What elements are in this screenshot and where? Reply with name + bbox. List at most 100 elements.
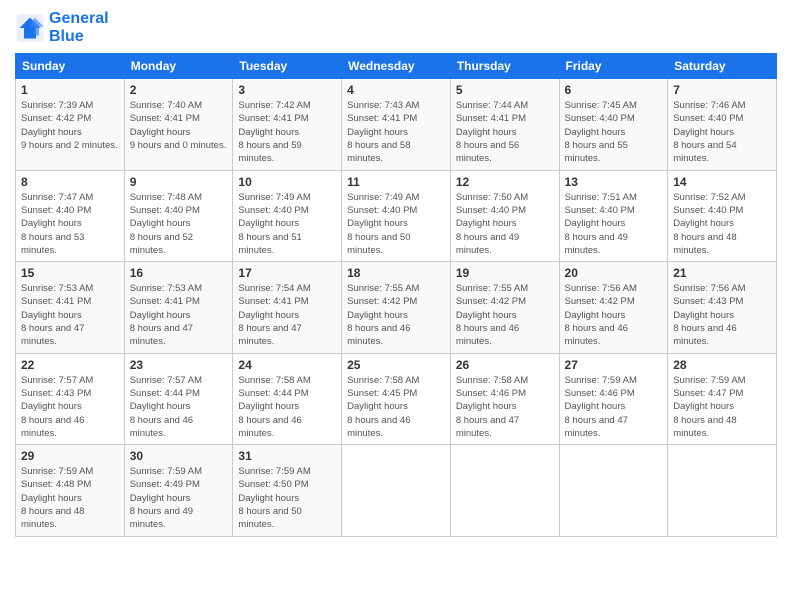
calendar-cell: 23 Sunrise: 7:57 AM Sunset: 4:44 PM Dayl… [124,353,233,444]
sunset-label: Sunset: 4:43 PM [673,296,743,307]
daylight-value: 8 hours and 50 minutes. [238,506,301,530]
sunrise-label: Sunrise: 7:51 AM [565,192,637,203]
sunrise-label: Sunrise: 7:52 AM [673,192,745,203]
daylight-value: 8 hours and 46 minutes. [565,323,628,347]
logo-icon [15,13,45,43]
day-info: Sunrise: 7:59 AM Sunset: 4:49 PM Dayligh… [130,465,228,531]
page: General Blue Sunday Monday Tuesday Wedne… [0,0,792,612]
sunrise-label: Sunrise: 7:58 AM [238,375,310,386]
calendar-table: Sunday Monday Tuesday Wednesday Thursday… [15,53,777,536]
day-info: Sunrise: 7:49 AM Sunset: 4:40 PM Dayligh… [347,191,445,257]
calendar-cell: 29 Sunrise: 7:59 AM Sunset: 4:48 PM Dayl… [16,445,125,536]
sunset-label: Sunset: 4:40 PM [238,205,308,216]
sunrise-label: Sunrise: 7:59 AM [565,375,637,386]
sunset-label: Sunset: 4:44 PM [238,388,308,399]
calendar-cell: 9 Sunrise: 7:48 AM Sunset: 4:40 PM Dayli… [124,170,233,261]
calendar-week-4: 22 Sunrise: 7:57 AM Sunset: 4:43 PM Dayl… [16,353,777,444]
daylight-value: 8 hours and 55 minutes. [565,140,628,164]
calendar-cell: 18 Sunrise: 7:55 AM Sunset: 4:42 PM Dayl… [342,262,451,353]
daylight-label: Daylight hours [565,310,626,321]
sunrise-label: Sunrise: 7:57 AM [130,375,202,386]
daylight-value: 8 hours and 49 minutes. [456,232,519,256]
daylight-label: Daylight hours [130,493,191,504]
sunset-label: Sunset: 4:41 PM [456,113,526,124]
sunset-label: Sunset: 4:43 PM [21,388,91,399]
daylight-label: Daylight hours [21,401,82,412]
sunset-label: Sunset: 4:40 PM [130,205,200,216]
daylight-label: Daylight hours [130,310,191,321]
day-info: Sunrise: 7:48 AM Sunset: 4:40 PM Dayligh… [130,191,228,257]
sunset-label: Sunset: 4:40 PM [565,113,635,124]
calendar-cell: 6 Sunrise: 7:45 AM Sunset: 4:40 PM Dayli… [559,79,668,170]
day-info: Sunrise: 7:58 AM Sunset: 4:45 PM Dayligh… [347,374,445,440]
calendar-week-5: 29 Sunrise: 7:59 AM Sunset: 4:48 PM Dayl… [16,445,777,536]
daylight-value: 8 hours and 46 minutes. [456,323,519,347]
daylight-value: 8 hours and 47 minutes. [456,415,519,439]
day-info: Sunrise: 7:57 AM Sunset: 4:44 PM Dayligh… [130,374,228,440]
daylight-label: Daylight hours [673,401,734,412]
daylight-value: 8 hours and 46 minutes. [130,415,193,439]
daylight-value: 8 hours and 51 minutes. [238,232,301,256]
day-number: 10 [238,175,336,189]
daylight-value: 8 hours and 47 minutes. [130,323,193,347]
daylight-label: Daylight hours [21,310,82,321]
sunrise-label: Sunrise: 7:58 AM [456,375,528,386]
calendar-cell: 11 Sunrise: 7:49 AM Sunset: 4:40 PM Dayl… [342,170,451,261]
daylight-label: Daylight hours [238,401,299,412]
header: General Blue [15,10,777,45]
day-number: 12 [456,175,554,189]
daylight-label: Daylight hours [347,218,408,229]
sunset-label: Sunset: 4:40 PM [565,205,635,216]
day-number: 5 [456,83,554,97]
calendar-cell: 4 Sunrise: 7:43 AM Sunset: 4:41 PM Dayli… [342,79,451,170]
day-number: 3 [238,83,336,97]
sunset-label: Sunset: 4:40 PM [673,205,743,216]
header-sunday: Sunday [16,54,125,79]
sunrise-label: Sunrise: 7:53 AM [21,283,93,294]
calendar-cell: 8 Sunrise: 7:47 AM Sunset: 4:40 PM Dayli… [16,170,125,261]
daylight-label: Daylight hours [673,127,734,138]
day-info: Sunrise: 7:49 AM Sunset: 4:40 PM Dayligh… [238,191,336,257]
day-number: 16 [130,266,228,280]
sunrise-label: Sunrise: 7:55 AM [456,283,528,294]
calendar-week-1: 1 Sunrise: 7:39 AM Sunset: 4:42 PM Dayli… [16,79,777,170]
daylight-value: 8 hours and 59 minutes. [238,140,301,164]
day-number: 22 [21,358,119,372]
day-number: 24 [238,358,336,372]
logo-text: General Blue [49,10,109,45]
day-number: 18 [347,266,445,280]
sunset-label: Sunset: 4:40 PM [673,113,743,124]
daylight-label: Daylight hours [238,218,299,229]
sunset-label: Sunset: 4:42 PM [347,296,417,307]
day-info: Sunrise: 7:39 AM Sunset: 4:42 PM Dayligh… [21,99,119,152]
sunset-label: Sunset: 4:46 PM [565,388,635,399]
day-info: Sunrise: 7:46 AM Sunset: 4:40 PM Dayligh… [673,99,771,165]
calendar-cell: 13 Sunrise: 7:51 AM Sunset: 4:40 PM Dayl… [559,170,668,261]
sunset-label: Sunset: 4:41 PM [21,296,91,307]
daylight-label: Daylight hours [347,127,408,138]
sunrise-label: Sunrise: 7:48 AM [130,192,202,203]
sunset-label: Sunset: 4:50 PM [238,479,308,490]
day-info: Sunrise: 7:43 AM Sunset: 4:41 PM Dayligh… [347,99,445,165]
daylight-label: Daylight hours [673,310,734,321]
day-number: 11 [347,175,445,189]
day-info: Sunrise: 7:59 AM Sunset: 4:47 PM Dayligh… [673,374,771,440]
day-info: Sunrise: 7:52 AM Sunset: 4:40 PM Dayligh… [673,191,771,257]
header-row: Sunday Monday Tuesday Wednesday Thursday… [16,54,777,79]
daylight-label: Daylight hours [565,127,626,138]
daylight-label: Daylight hours [21,218,82,229]
calendar-cell: 22 Sunrise: 7:57 AM Sunset: 4:43 PM Dayl… [16,353,125,444]
calendar-cell: 15 Sunrise: 7:53 AM Sunset: 4:41 PM Dayl… [16,262,125,353]
day-info: Sunrise: 7:59 AM Sunset: 4:50 PM Dayligh… [238,465,336,531]
sunrise-label: Sunrise: 7:42 AM [238,100,310,111]
sunrise-label: Sunrise: 7:53 AM [130,283,202,294]
sunrise-label: Sunrise: 7:58 AM [347,375,419,386]
day-number: 31 [238,449,336,463]
daylight-label: Daylight hours [238,310,299,321]
day-number: 15 [21,266,119,280]
day-info: Sunrise: 7:45 AM Sunset: 4:40 PM Dayligh… [565,99,663,165]
daylight-label: Daylight hours [238,493,299,504]
daylight-value: 8 hours and 46 minutes. [238,415,301,439]
day-info: Sunrise: 7:57 AM Sunset: 4:43 PM Dayligh… [21,374,119,440]
sunrise-label: Sunrise: 7:56 AM [565,283,637,294]
